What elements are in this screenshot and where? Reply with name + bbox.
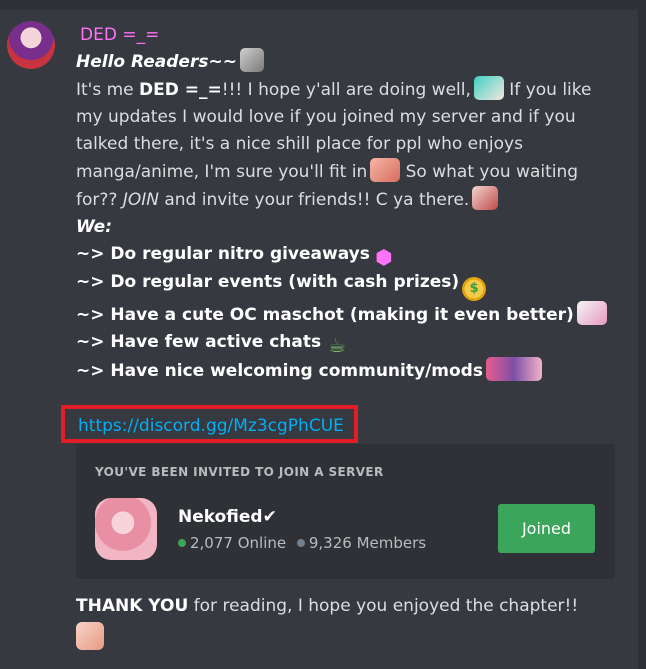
bullet-text: ~> Have a cute OC maschot (making it eve… xyxy=(76,305,574,325)
paragraph-line-2: my updates I would love if you joined my… xyxy=(76,107,576,127)
money-face-icon: $ xyxy=(462,277,487,301)
anime-girl-emoji-icon xyxy=(76,622,104,650)
server-icon[interactable] xyxy=(95,498,157,560)
invite-link-highlight: https://discord.gg/Mz3cgPhCUE xyxy=(61,405,358,443)
cat-emoji-icon xyxy=(239,48,264,72)
we-heading: We: xyxy=(76,214,636,241)
paragraph-line-4: manga/anime, I'm sure you'll fit in So w… xyxy=(76,158,636,186)
text-segment: manga/anime, I'm sure you'll fit in xyxy=(76,162,368,182)
members-dot-icon xyxy=(296,539,305,547)
thank-you-bold: THANK YOU xyxy=(76,596,189,616)
thank-you-text: for reading, I hope you enjoyed the chap… xyxy=(188,596,579,616)
text-segment: So what you waiting xyxy=(400,162,579,182)
invite-header: YOU'VE BEEN INVITED TO JOIN A SERVER xyxy=(95,465,384,479)
bullet-item: ~> Do regular events (with cash prizes) $ xyxy=(76,269,636,301)
pig-emoji-icon xyxy=(370,158,401,182)
text-segment: It's me xyxy=(76,80,140,100)
thank-you-line: THANK YOU for reading, I hope you enjoye… xyxy=(76,596,578,616)
top-divider xyxy=(0,0,646,10)
member-count: 9,326 Members xyxy=(308,534,427,552)
joined-button[interactable]: Joined xyxy=(498,504,595,553)
anime-girl-emoji-icon xyxy=(472,186,499,210)
invite-embed: YOU'VE BEEN INVITED TO JOIN A SERVER Nek… xyxy=(76,444,615,579)
text-segment: !!! I hope y'all are doing well, xyxy=(221,80,471,100)
bullet-text: ~> Do regular events (with cash prizes) xyxy=(76,272,460,292)
text-segment: If you like xyxy=(503,80,592,100)
tea-emoji-icon: ☕ xyxy=(328,333,347,357)
greeting-line: Hello Readers~~ xyxy=(76,48,636,76)
bullet-item: ~> Do regular nitro giveaways ⬢ xyxy=(76,241,636,269)
bullet-item: ~> Have few active chats ☕ xyxy=(76,329,636,357)
bullet-item: ~> Have a cute OC maschot (making it eve… xyxy=(76,301,636,329)
server-stats: 2,077 Online 9,326 Members xyxy=(178,534,426,552)
paragraph-line-1: It's me DED =_=!!! I hope y'all are doin… xyxy=(76,76,636,104)
online-count: 2,077 Online xyxy=(190,534,287,552)
miku-emoji-icon xyxy=(473,76,504,100)
server-name[interactable]: Nekofied✔ xyxy=(178,507,277,527)
bullet-item: ~> Have nice welcoming community/mods xyxy=(76,357,636,385)
invite-link[interactable]: https://discord.gg/Mz3cgPhCUE xyxy=(78,416,344,436)
bullet-text: ~> Have nice welcoming community/mods xyxy=(76,361,483,381)
bullet-text: ~> Do regular nitro giveaways xyxy=(76,244,370,264)
bullet-text: ~> Have few active chats xyxy=(76,332,322,352)
avatar[interactable] xyxy=(7,21,55,69)
nitro-gem-icon: ⬢ xyxy=(375,245,393,269)
paragraph-line-5: for?? JOIN and invite your friends!! C y… xyxy=(76,186,636,214)
text-segment: and invite your friends!! C ya there. xyxy=(158,190,470,210)
scrollbar[interactable] xyxy=(638,10,646,669)
greeting: Hello Readers~~ xyxy=(76,52,237,72)
paragraph-line-3: talked there, it's a nice shill place fo… xyxy=(76,134,523,154)
online-dot-icon xyxy=(178,539,186,547)
username[interactable]: DED =_= xyxy=(80,25,159,45)
text-segment: for?? xyxy=(76,190,123,210)
join-emphasis: JOIN xyxy=(122,190,159,210)
oc-mascot-emoji-icon xyxy=(576,301,607,325)
author-mention: DED =_= xyxy=(139,80,222,100)
we-label: We: xyxy=(76,217,112,237)
mods-emoji-icon xyxy=(485,357,542,381)
message-body: Hello Readers~~ It's me DED =_=!!! I hop… xyxy=(76,48,636,385)
